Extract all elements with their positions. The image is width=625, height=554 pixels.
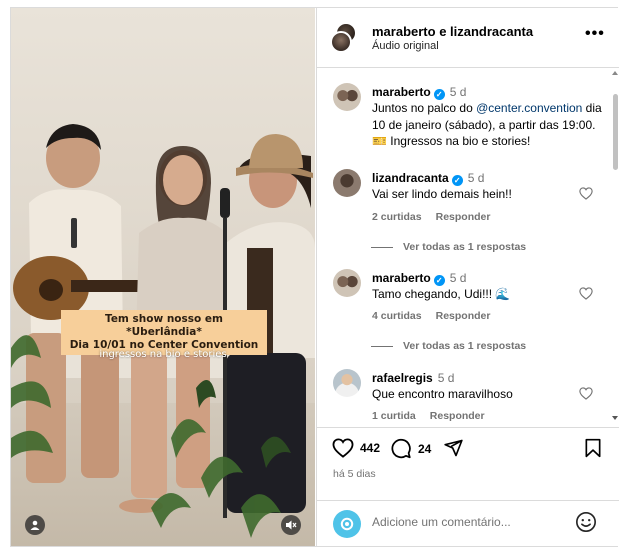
verified-icon: ✓	[433, 275, 445, 286]
comments-list[interactable]: maraberto ✓ 5 d Juntos no palco do @center…	[317, 69, 619, 426]
threads-icon[interactable]	[333, 510, 361, 538]
likes-count[interactable]: 1 curtida	[372, 410, 416, 422]
user-tag-button[interactable]	[25, 515, 45, 535]
heart-icon[interactable]	[579, 287, 593, 300]
post-side-panel: maraberto e lizandracanta Áudio original…	[316, 8, 619, 546]
timestamp[interactable]: 5 d	[450, 85, 467, 99]
more-icon[interactable]: •••	[585, 25, 605, 43]
view-replies-label[interactable]: Ver todas as 1 respostas	[403, 340, 526, 352]
comment-author[interactable]: maraberto ✓ 5 d	[372, 271, 466, 286]
scrollbar[interactable]	[612, 69, 618, 426]
avatar[interactable]	[330, 31, 352, 53]
username[interactable]: maraberto	[372, 271, 431, 285]
video-frame	[11, 8, 315, 546]
view-replies-label[interactable]: Ver todas as 1 respostas	[403, 241, 526, 253]
comment-text: Que encontro maravilhoso	[372, 387, 513, 401]
post-header: maraberto e lizandracanta Áudio original…	[317, 8, 619, 68]
scroll-down-arrow[interactable]	[612, 416, 618, 420]
caption-text: Juntos no palco do	[372, 101, 477, 115]
emoji-icon	[576, 512, 596, 532]
likes-total[interactable]: 442	[360, 441, 380, 455]
post-date[interactable]: há 5 dias	[333, 468, 376, 480]
comment-icon	[391, 438, 411, 459]
like-button[interactable]: 442	[332, 438, 380, 458]
likes-count[interactable]: 2 curtidas	[372, 211, 422, 223]
comment-input[interactable]	[372, 515, 572, 529]
view-replies-button[interactable]: Ver todas as 1 respostas	[371, 241, 526, 253]
caption-subtext: ingressos na bio e stories	[99, 349, 227, 360]
comment-author[interactable]: rafaelregis 5 d	[372, 371, 454, 385]
verified-icon: ✓	[451, 175, 463, 186]
comment-text: Tamo chegando, Udi!!! 🌊	[372, 287, 511, 301]
share-icon	[444, 439, 463, 457]
username[interactable]: rafaelregis	[372, 371, 433, 385]
comment-button[interactable]: 24	[390, 438, 431, 459]
scroll-up-arrow[interactable]	[612, 71, 618, 75]
muted-icon	[286, 520, 297, 530]
collab-usernames[interactable]: maraberto e lizandracanta	[372, 24, 533, 39]
username[interactable]: lizandracanta	[372, 171, 449, 185]
post-caption: Juntos no palco do @center.convention di…	[372, 100, 604, 150]
caption-author[interactable]: maraberto ✓ 5 d	[372, 85, 466, 100]
divider	[371, 246, 393, 248]
divider	[371, 345, 393, 347]
likes-count[interactable]: 4 curtidas	[372, 310, 422, 322]
heart-icon	[332, 438, 354, 458]
timestamp[interactable]: 5 d	[450, 271, 467, 285]
scrollbar-thumb[interactable]	[613, 94, 618, 170]
timestamp[interactable]: 5 d	[438, 371, 455, 385]
bookmark-icon	[585, 438, 601, 458]
comments-total[interactable]: 24	[418, 442, 431, 456]
comment-composer	[317, 500, 619, 546]
comment-text: Vai ser lindo demais hein!!	[372, 187, 512, 201]
mention-link[interactable]: @center.convention	[476, 101, 582, 115]
emoji-button[interactable]	[575, 511, 597, 538]
verified-icon: ✓	[433, 89, 445, 100]
save-button[interactable]	[584, 438, 602, 458]
post-media[interactable]: Tem show nosso em *Uberlândia* Dia 10/01…	[11, 8, 315, 546]
heart-icon[interactable]	[579, 187, 593, 200]
post-dialog: Tem show nosso em *Uberlândia* Dia 10/01…	[10, 7, 619, 547]
avatar[interactable]	[333, 83, 361, 111]
username[interactable]: maraberto	[372, 85, 431, 99]
comment-meta: 2 curtidas Responder	[372, 211, 504, 223]
user-tag-icon	[30, 520, 40, 530]
reply-button[interactable]: Responder	[430, 410, 485, 422]
comment-meta: 1 curtida Responder	[372, 410, 499, 422]
comment-author[interactable]: lizandracanta ✓ 5 d	[372, 171, 484, 186]
share-button[interactable]	[443, 438, 464, 458]
avatar[interactable]	[333, 369, 361, 397]
view-replies-button[interactable]: Ver todas as 1 respostas	[371, 340, 526, 352]
post-actions: 442 24 há 5 dias	[317, 427, 619, 500]
mute-button[interactable]	[281, 515, 301, 535]
reply-button[interactable]: Responder	[436, 310, 491, 322]
avatar[interactable]	[333, 269, 361, 297]
caption-line-1: Tem show nosso em *Uberlândia*	[105, 313, 223, 338]
timestamp[interactable]: 5 d	[468, 171, 485, 185]
heart-icon[interactable]	[579, 387, 593, 400]
reply-button[interactable]: Responder	[436, 211, 491, 223]
audio-link[interactable]: Áudio original	[372, 40, 439, 52]
comment-meta: 4 curtidas Responder	[372, 310, 504, 322]
avatar[interactable]	[333, 169, 361, 197]
